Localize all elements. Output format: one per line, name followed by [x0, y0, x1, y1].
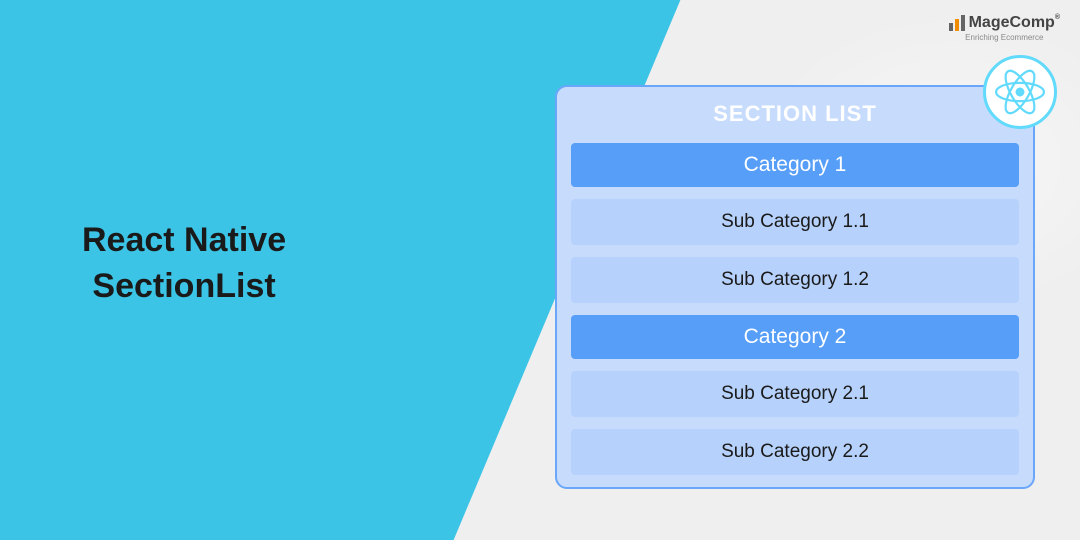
list-item: Sub Category 1.1: [571, 199, 1019, 245]
page-title: React Native SectionList: [82, 218, 286, 310]
list-item: Sub Category 1.2: [571, 257, 1019, 303]
logo-bars-icon: [949, 15, 965, 31]
section-list-card: SECTION LIST Category 1 Sub Category 1.1…: [555, 85, 1035, 489]
section-header: Category 1: [571, 143, 1019, 187]
logo-tagline: Enriching Ecommerce: [965, 33, 1043, 42]
list-item: Sub Category 2.1: [571, 371, 1019, 417]
brand-logo: MageComp® Enriching Ecommerce: [949, 14, 1060, 42]
card-body: Category 1 Sub Category 1.1 Sub Category…: [557, 143, 1033, 475]
title-line-1: React Native: [82, 218, 286, 264]
logo-name: MageComp®: [969, 14, 1060, 32]
section-header: Category 2: [571, 315, 1019, 359]
list-item: Sub Category 2.2: [571, 429, 1019, 475]
react-logo-icon: [983, 55, 1057, 129]
card-header: SECTION LIST: [557, 87, 1033, 143]
title-line-2: SectionList: [82, 264, 286, 310]
